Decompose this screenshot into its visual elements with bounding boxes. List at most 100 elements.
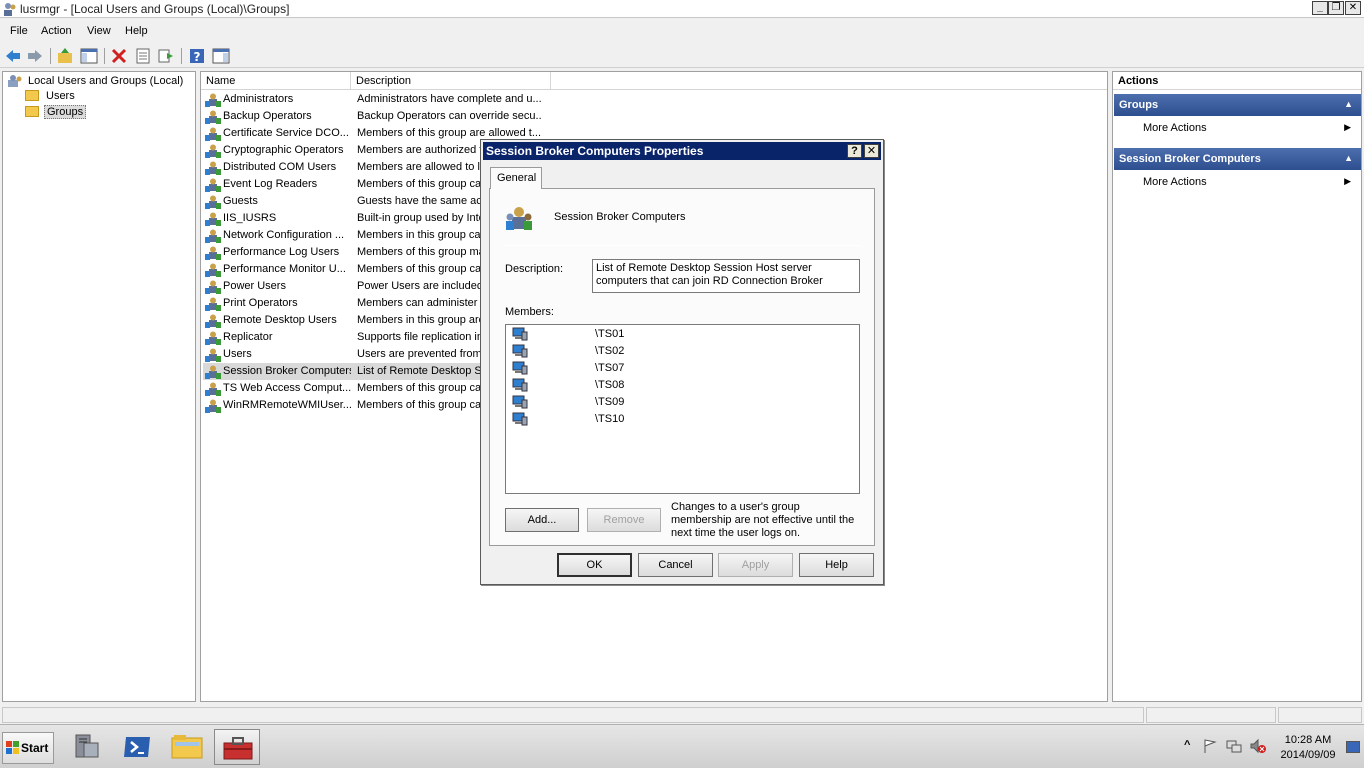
- tree-item-label: Users: [46, 90, 75, 102]
- close-button[interactable]: ✕: [1345, 1, 1361, 15]
- cancel-button[interactable]: Cancel: [638, 553, 713, 577]
- tree-root[interactable]: Local Users and Groups (Local): [7, 74, 185, 90]
- menu-help[interactable]: Help: [125, 25, 148, 37]
- actions-section-groups[interactable]: Groups ▲: [1114, 94, 1361, 116]
- start-label: Start: [21, 741, 49, 755]
- submenu-arrow-icon[interactable]: ▶: [1344, 176, 1351, 187]
- group-name-cell: Print Operators: [223, 297, 298, 309]
- table-row[interactable]: Backup Operators Backup Operators can ove…: [203, 108, 763, 125]
- status-bar: [0, 706, 1364, 724]
- member-name: \TS01: [595, 328, 625, 340]
- dialog-close-button[interactable]: ✕: [864, 144, 879, 158]
- member-item[interactable]: \TS01: [510, 326, 850, 343]
- menu-view[interactable]: View: [87, 25, 111, 37]
- explorer-button[interactable]: [164, 729, 210, 765]
- status-panel: [1146, 707, 1276, 723]
- group-icon: [506, 207, 532, 230]
- tree-item-users[interactable]: Users: [25, 89, 77, 106]
- folder-icon: [25, 89, 39, 101]
- member-name: \TS07: [595, 362, 625, 374]
- toolbox-icon: [223, 737, 253, 760]
- tree-item-groups[interactable]: Groups: [25, 105, 87, 122]
- export-list-icon[interactable]: [157, 47, 175, 65]
- computer-icon: [512, 412, 528, 426]
- tab-general[interactable]: General: [490, 167, 542, 189]
- show-desktop-icon[interactable]: [1346, 741, 1360, 753]
- more-actions-link[interactable]: More Actions: [1143, 122, 1207, 134]
- delete-icon[interactable]: [110, 47, 128, 65]
- member-item[interactable]: \TS08: [510, 377, 850, 394]
- minimize-button[interactable]: _: [1312, 1, 1328, 15]
- add-button[interactable]: Add...: [505, 508, 579, 532]
- more-actions-link[interactable]: More Actions: [1143, 176, 1207, 188]
- member-item[interactable]: \TS02: [510, 343, 850, 360]
- group-name-cell: Remote Desktop Users: [223, 314, 337, 326]
- group-description-cell: Members of this group are allowed t...: [357, 127, 542, 139]
- lusrmgr-taskbar-button[interactable]: [214, 729, 260, 765]
- forward-arrow-icon[interactable]: [26, 47, 44, 65]
- group-icon: [205, 195, 221, 209]
- folder-icon: [25, 105, 39, 117]
- clock[interactable]: 10:28 AM 2014/09/09: [1272, 733, 1344, 763]
- collapse-up-icon[interactable]: ▲: [1344, 153, 1353, 163]
- member-item[interactable]: \TS09: [510, 394, 850, 411]
- submenu-arrow-icon[interactable]: ▶: [1344, 122, 1351, 133]
- powershell-button[interactable]: [114, 729, 160, 765]
- action-center-flag-icon[interactable]: [1202, 738, 1218, 754]
- divider: [504, 245, 860, 246]
- clock-time: 10:28 AM: [1284, 734, 1332, 746]
- group-icon: [205, 161, 221, 175]
- group-name: Session Broker Computers: [554, 211, 686, 223]
- properties-icon[interactable]: [134, 47, 152, 65]
- svg-text:?: ?: [194, 50, 201, 64]
- group-icon: [205, 297, 221, 311]
- up-folder-icon[interactable]: [56, 47, 74, 65]
- actions-section-title: Groups: [1119, 99, 1159, 111]
- back-arrow-icon[interactable]: [4, 47, 22, 65]
- member-item[interactable]: \TS07: [510, 360, 850, 377]
- console-tree: Local Users and Groups (Local) Users Gro…: [2, 71, 196, 702]
- group-name-cell: IIS_IUSRS: [223, 212, 277, 224]
- actions-section-selected[interactable]: Session Broker Computers ▲: [1114, 148, 1361, 170]
- dialog-help-button[interactable]: ?: [847, 144, 862, 158]
- tree-item-label: Groups: [44, 105, 87, 119]
- title-bar: lusrmgr - [Local Users and Groups (Local…: [0, 0, 1364, 18]
- dialog-title: Session Broker Computers Properties: [486, 144, 704, 158]
- help-icon[interactable]: ?: [188, 47, 206, 65]
- help-button[interactable]: Help: [799, 553, 874, 577]
- membership-note: Changes to a user's group membership are…: [671, 501, 855, 539]
- members-list[interactable]: \TS01 \TS02 \TS07 \TS08 \TS09 \TS10: [505, 324, 860, 494]
- group-icon: [205, 263, 221, 277]
- window-title: lusrmgr - [Local Users and Groups (Local…: [20, 2, 290, 16]
- menu-file[interactable]: File: [10, 25, 28, 37]
- apply-button[interactable]: Apply: [718, 553, 793, 577]
- server-manager-button[interactable]: [64, 729, 110, 765]
- restore-button[interactable]: ❐: [1328, 1, 1344, 15]
- column-header-name[interactable]: Name: [201, 72, 351, 90]
- group-icon: [205, 246, 221, 260]
- table-row[interactable]: Administrators Administrators have comple…: [203, 91, 763, 108]
- speaker-muted-icon[interactable]: [1250, 738, 1266, 754]
- collapse-up-icon[interactable]: ▲: [1344, 99, 1353, 109]
- column-header-description[interactable]: Description: [351, 72, 551, 90]
- toolbar: ?: [0, 44, 1364, 68]
- group-icon: [205, 314, 221, 328]
- description-field[interactable]: List of Remote Desktop Session Host serv…: [592, 259, 860, 293]
- tray-chevron-icon[interactable]: ^: [1184, 739, 1190, 751]
- start-button[interactable]: Start: [2, 732, 54, 764]
- menu-action[interactable]: Action: [41, 25, 72, 37]
- show-hide-tree-icon[interactable]: [80, 47, 98, 65]
- computer-icon: [512, 378, 528, 392]
- group-icon: [205, 178, 221, 192]
- status-panel: [1278, 707, 1362, 723]
- users-groups-icon: [8, 75, 22, 87]
- remove-button[interactable]: Remove: [587, 508, 661, 532]
- member-item[interactable]: \TS10: [510, 411, 850, 428]
- group-name-cell: Certificate Service DCO...: [223, 127, 349, 139]
- group-icon: [205, 399, 221, 413]
- network-icon[interactable]: [1226, 738, 1242, 754]
- show-hide-action-pane-icon[interactable]: [212, 47, 230, 65]
- actions-header: Actions: [1113, 72, 1361, 90]
- group-name-cell: Performance Log Users: [223, 246, 340, 258]
- ok-button[interactable]: OK: [557, 553, 632, 577]
